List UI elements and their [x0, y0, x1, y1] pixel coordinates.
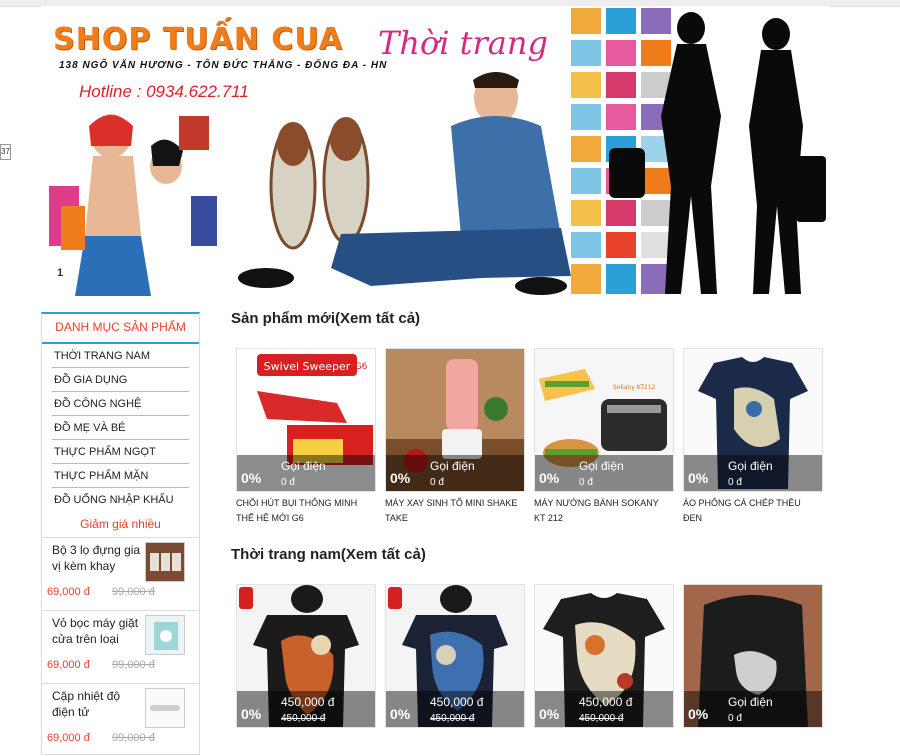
product-image[interactable]: Swivel Sweeper G6 0% Gọi điện 0 đ	[236, 348, 376, 492]
product-old-price: 0 đ	[728, 713, 742, 724]
product-card[interactable]: 0% Gọi điện 0 đ MÁY XAY SINH TỐ MINI SHA…	[385, 348, 525, 526]
price-overlay: 0% Gọi điện 0 đ	[386, 455, 524, 491]
shop-hotline: Hotline : 0934.622.711	[79, 82, 249, 101]
shop-name: SHOP TUẤN CUA	[53, 22, 343, 57]
discount-badge: 0%	[390, 470, 411, 486]
promo-price: 69,000 đ	[47, 659, 90, 671]
product-price: Gọi điện	[430, 459, 475, 473]
product-image[interactable]: 0% 450,000 đ 450,000 đ	[534, 584, 674, 728]
promo-old-price: 99,000 đ	[112, 659, 155, 671]
product-card[interactable]: 0% 450,000 đ 450,000 đ	[385, 584, 525, 728]
category-item[interactable]: THỰC PHẨM MẶN	[52, 465, 189, 488]
sweeper-model-text: G6	[355, 362, 368, 372]
promo-thumbnail[interactable]	[145, 542, 185, 582]
header-banner[interactable]: SHOP TUẤN CUA 138 NGÕ VĂN HƯƠNG - TÔN ĐỨ…	[41, 6, 830, 298]
product-image[interactable]: 0% 450,000 đ 450,000 đ	[385, 584, 525, 728]
promo-price: 69,000 đ	[47, 586, 90, 598]
product-name[interactable]: ÁO PHÔNG CÁ CHÉP THÊU ĐEN	[683, 496, 821, 526]
discount-badge: 0%	[539, 470, 560, 486]
category-item[interactable]: THỰC PHẨM NGỌT	[52, 441, 189, 464]
promo-old-price: 99,000 đ	[112, 732, 155, 744]
section-title-men-fashion[interactable]: Thời trang nam(Xem tất cả)	[231, 546, 426, 563]
discount-badge: 0%	[688, 706, 709, 722]
product-old-price: 0 đ	[430, 477, 444, 488]
category-item[interactable]: ĐỒ CÔNG NGHỆ	[52, 393, 189, 416]
new-tag-icon	[239, 587, 253, 609]
product-old-price: 0 đ	[728, 477, 742, 488]
sidebar: DANH MỤC SẢN PHẨM THỜI TRANG NAM ĐỒ GIA …	[41, 312, 200, 755]
shopping-girls-image	[49, 114, 217, 296]
product-card[interactable]: Swivel Sweeper G6 0% Gọi điện 0 đ CHỔI H…	[236, 348, 376, 526]
product-image[interactable]: 0% Gọi điện 0 đ	[683, 348, 823, 492]
category-item[interactable]: ĐỒ UỐNG NHẬP KHẨU	[52, 489, 189, 511]
discount-badge: 0%	[241, 706, 262, 722]
product-name[interactable]: CHỔI HÚT BỤI THÔNG MINH THẾ HỆ MỚI G6	[236, 496, 374, 526]
product-old-price: 0 đ	[579, 477, 593, 488]
price-overlay: 0% Gọi điện 0 đ	[684, 691, 822, 727]
product-image[interactable]: Sokany KT212 0% Gọi điện 0 đ	[534, 348, 674, 492]
price-overlay: 0% Gọi điện 0 đ	[237, 455, 375, 491]
product-price: 450,000 đ	[579, 695, 633, 709]
product-name[interactable]: MÁY NƯỚNG BÁNH SOKANY KT 212	[534, 496, 672, 526]
promo-name[interactable]: Vỏ bọc máy giặt cửa trên loại	[52, 615, 142, 647]
product-price: Gọi điện	[728, 459, 773, 473]
price-overlay: 0% Gọi điện 0 đ	[684, 455, 822, 491]
price-overlay: 0% 450,000 đ 450,000 đ	[535, 691, 673, 727]
product-card[interactable]: Sokany KT212 0% Gọi điện 0 đ MÁY NƯỚNG B…	[534, 348, 674, 526]
category-heading: DANH MỤC SẢN PHẨM	[42, 314, 199, 344]
promo-thumbnail[interactable]	[145, 615, 185, 655]
product-card[interactable]: 0% Gọi điện 0 đ	[683, 584, 823, 728]
product-price: Gọi điện	[579, 459, 624, 473]
product-old-price: 450,000 đ	[430, 713, 475, 724]
shoes-image	[269, 117, 370, 250]
product-price: Gọi điện	[728, 695, 773, 709]
category-item[interactable]: ĐỒ MẸ VÀ BÉ	[52, 417, 189, 440]
product-price: 450,000 đ	[281, 695, 335, 709]
discount-badge: 0%	[241, 470, 262, 486]
new-tag-icon	[388, 587, 402, 609]
product-price: Gọi điện	[281, 459, 326, 473]
product-image[interactable]: 0% Gọi điện 0 đ	[385, 348, 525, 492]
promo-old-price: 99,000 đ	[112, 586, 155, 598]
product-old-price: 450,000 đ	[281, 713, 326, 724]
price-overlay: 0% 450,000 đ 450,000 đ	[237, 691, 375, 727]
discount-badge: 0%	[539, 706, 560, 722]
product-price: 450,000 đ	[430, 695, 484, 709]
promo-item[interactable]: Cặp nhiệt độ điện tử 69,000 đ 99,000 đ	[42, 684, 199, 756]
promo-item[interactable]: Bộ 3 lọ đựng gia vị kèm khay 69,000 đ 99…	[42, 538, 199, 611]
category-item[interactable]: ĐỒ GIA DỤNG	[52, 369, 189, 392]
product-card[interactable]: 0% 450,000 đ 450,000 đ	[534, 584, 674, 728]
section-title-new-products[interactable]: Sản phẩm mới(Xem tất cả)	[231, 310, 420, 327]
category-list: THỜI TRANG NAM ĐỒ GIA DỤNG ĐỒ CÔNG NGHỆ …	[42, 345, 199, 511]
product-card[interactable]: 0% Gọi điện 0 đ ÁO PHÔNG CÁ CHÉP THÊU ĐE…	[683, 348, 823, 526]
promo-name[interactable]: Bộ 3 lọ đựng gia vị kèm khay	[52, 542, 142, 574]
product-old-price: 0 đ	[281, 477, 295, 488]
sweeper-brand-text: Swivel Sweeper	[264, 360, 351, 373]
promo-name[interactable]: Cặp nhiệt độ điện tử	[52, 688, 142, 720]
product-image[interactable]: 0% 450,000 đ 450,000 đ	[236, 584, 376, 728]
product-old-price: 450,000 đ	[579, 713, 624, 724]
product-name[interactable]: MÁY XAY SINH TỐ MINI SHAKE TAKE	[385, 496, 523, 526]
discount-badge: 0%	[688, 470, 709, 486]
promo-item[interactable]: Vỏ bọc máy giặt cửa trên loại 69,000 đ 9…	[42, 611, 199, 684]
toaster-brand-text: Sokany KT212	[613, 384, 656, 391]
promo-heading: Giảm giá nhiều	[42, 511, 199, 538]
category-item[interactable]: THỜI TRANG NAM	[52, 345, 189, 368]
product-image[interactable]: 0% Gọi điện 0 đ	[683, 584, 823, 728]
side-counter-tag: 37	[0, 144, 11, 160]
banner-script-text: Thời trang	[378, 24, 548, 62]
discount-badge: 0%	[390, 706, 411, 722]
promo-price: 69,000 đ	[47, 732, 90, 744]
slide-indicator[interactable]: 1	[57, 267, 63, 279]
shop-address: 138 NGÕ VĂN HƯƠNG - TÔN ĐỨC THẮNG - ĐỐNG…	[59, 60, 388, 71]
price-overlay: 0% 450,000 đ 450,000 đ	[386, 691, 524, 727]
promo-thumbnail[interactable]	[145, 688, 185, 728]
product-card[interactable]: 0% 450,000 đ 450,000 đ	[236, 584, 376, 728]
price-overlay: 0% Gọi điện 0 đ	[535, 455, 673, 491]
